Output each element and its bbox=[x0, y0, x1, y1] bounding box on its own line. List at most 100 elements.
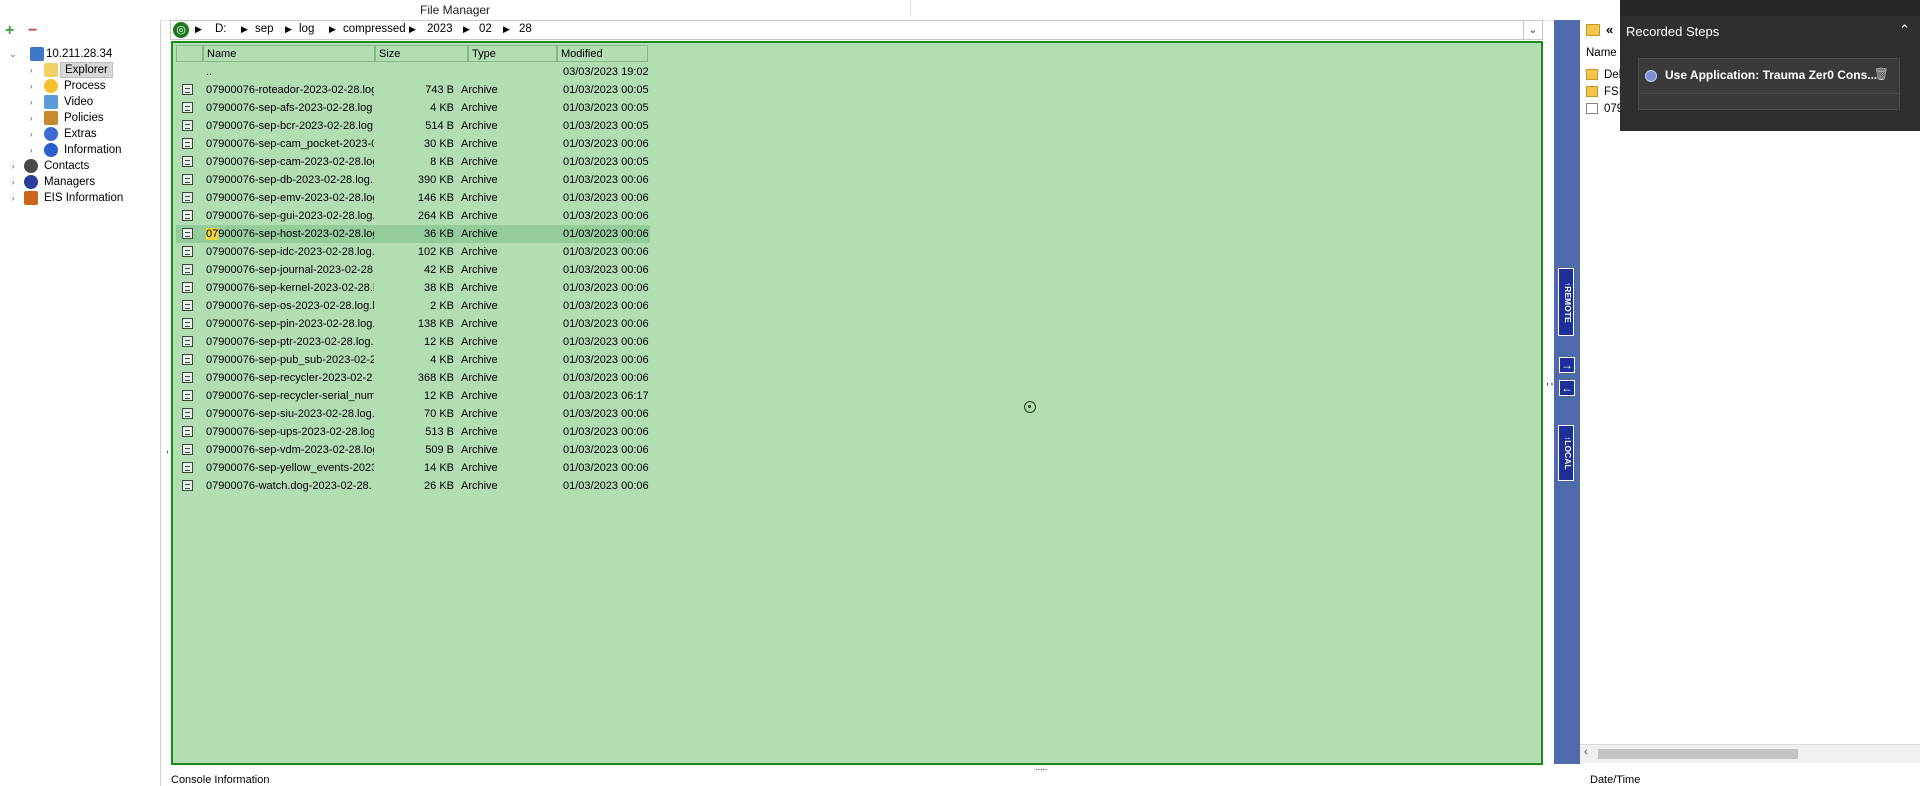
add-host-button[interactable]: + bbox=[5, 23, 14, 39]
archive-file-icon bbox=[182, 300, 193, 311]
crumb-year[interactable]: 2023 bbox=[427, 23, 453, 35]
archive-file-icon bbox=[182, 264, 193, 275]
archive-file-icon bbox=[182, 138, 193, 149]
remote-file-list[interactable]: Name Size Type Modified .. 03/03/2023 19… bbox=[171, 41, 1543, 765]
file-row[interactable]: 07900076-sep-idc-2023-02-28.log. 102 KB Ar… bbox=[176, 243, 650, 261]
icon-column-header[interactable] bbox=[176, 45, 203, 62]
column-header-name[interactable]: Name bbox=[203, 45, 375, 62]
file-row[interactable]: 07900076-sep-journal-2023-02-28 42 KB Arch… bbox=[176, 261, 650, 279]
file-row[interactable]: 07900076-sep-yellow_events-2023 14 KB Arch… bbox=[176, 459, 650, 477]
expand-icon[interactable]: › bbox=[26, 62, 36, 78]
file-type: Archive bbox=[461, 264, 498, 276]
path-breadcrumb: ◎ ▶ D: ▶ sep ▶ log ▶ compressed ▶ 2023 ▶… bbox=[170, 20, 1543, 40]
parent-directory-row[interactable]: .. 03/03/2023 19:02 bbox=[176, 63, 650, 81]
panel-top-bar bbox=[1620, 0, 1920, 16]
expand-icon[interactable]: › bbox=[8, 190, 18, 206]
archive-file-icon bbox=[182, 336, 193, 347]
file-row[interactable]: 07900076-sep-kernel-2023-02-28.l 38 KB Arc… bbox=[176, 279, 650, 297]
column-header-modified[interactable]: Modified bbox=[557, 45, 648, 62]
file-modified: 01/03/2023 00:06 bbox=[563, 444, 649, 456]
home-icon[interactable]: ◎ bbox=[173, 22, 189, 38]
expand-icon[interactable]: › bbox=[26, 126, 36, 142]
file-type: Archive bbox=[461, 426, 498, 438]
horizontal-scrollbar[interactable]: ‹ bbox=[1580, 744, 1920, 763]
file-row[interactable]: 07900076-sep-ptr-2023-02-28.log. 12 KB Arc… bbox=[176, 333, 650, 351]
file-type: Archive bbox=[461, 390, 498, 402]
monitor-icon bbox=[44, 95, 58, 109]
file-row[interactable]: 07900076-sep-ups-2023-02-28.log 513 B Arch… bbox=[176, 423, 650, 441]
column-header-size[interactable]: Size bbox=[375, 45, 468, 62]
file-size: 42 KB bbox=[424, 264, 454, 276]
scroll-left-icon[interactable]: ‹ bbox=[1584, 746, 1588, 758]
file-row[interactable]: 07900076-sep-vdm-2023-02-28.log 509 B Arch… bbox=[176, 441, 650, 459]
file-row[interactable]: 07900076-sep-db-2023-02-28.log. 390 KB Arc… bbox=[176, 171, 650, 189]
file-type: Archive bbox=[461, 210, 498, 222]
archive-file-icon bbox=[182, 354, 193, 365]
file-row[interactable]: 07900076-sep-cam_pocket-2023-0 30 KB Archi… bbox=[176, 135, 650, 153]
file-row[interactable]: 07900076-sep-recycler-2023-02-2 368 KB Arc… bbox=[176, 369, 650, 387]
crumb-drive[interactable]: D: bbox=[215, 23, 227, 35]
file-row[interactable]: 07900076-sep-recycler-serial_numl 12 KB Ar… bbox=[176, 387, 650, 405]
expand-icon[interactable]: › bbox=[8, 158, 18, 174]
file-row[interactable]: 07900076-sep-os-2023-02-28.log.l 2 KB Arch… bbox=[176, 297, 650, 315]
file-type: Archive bbox=[461, 318, 498, 330]
bottom-splitter-handle[interactable]: ····· bbox=[1035, 764, 1048, 775]
column-header-name[interactable]: Name bbox=[1586, 47, 1617, 59]
file-row[interactable]: 07900076-roteador-2023-02-28.log 743 B Arc… bbox=[176, 81, 650, 99]
file-size: 70 KB bbox=[424, 408, 454, 420]
search-highlight: 07 bbox=[206, 228, 219, 240]
chevron-up-icon[interactable]: ⌃ bbox=[1899, 22, 1910, 38]
file-row[interactable]: 07900076-sep-host-2023-02-28.log 36 KB Arc… bbox=[176, 225, 650, 243]
file-row[interactable]: 07900076-sep-gui-2023-02-28.log. 264 KB Ar… bbox=[176, 207, 650, 225]
expand-icon[interactable]: › bbox=[26, 110, 36, 126]
file-row[interactable]: 07900076-sep-cam-2023-02-28.log 8 KB Archi… bbox=[176, 153, 650, 171]
scroll-thumb[interactable] bbox=[1598, 749, 1798, 759]
file-row[interactable]: 07900076-watch.dog-2023-02-28. 26 KB Archi… bbox=[176, 477, 650, 495]
file-name: .. bbox=[206, 66, 213, 78]
file-modified: 01/03/2023 00:05 bbox=[563, 84, 649, 96]
remove-host-button[interactable]: − bbox=[28, 23, 37, 39]
file-modified: 03/03/2023 19:02 bbox=[563, 66, 649, 78]
title-divider bbox=[910, 0, 911, 16]
tree-label-process: Process bbox=[64, 80, 106, 92]
back-button[interactable]: « bbox=[1606, 22, 1613, 37]
crumb-month[interactable]: 02 bbox=[479, 23, 492, 35]
eis-icon bbox=[24, 191, 38, 205]
contacts-icon bbox=[24, 159, 38, 173]
file-name: 07900076-watch.dog-2023-02-28. bbox=[206, 480, 372, 492]
expand-icon[interactable]: › bbox=[26, 142, 36, 158]
recorded-steps-title: Recorded Steps bbox=[1626, 24, 1720, 39]
folder-icon bbox=[1586, 86, 1598, 97]
step-card[interactable]: Use Application: Trauma Zer0 Cons... 🗑 bbox=[1638, 58, 1901, 110]
file-row[interactable]: 07900076-sep-pub_sub-2023-02-2 4 KB Archiv… bbox=[176, 351, 650, 369]
expand-icon[interactable]: › bbox=[26, 94, 36, 110]
file-row[interactable]: 07900076-sep-bcr-2023-02-28.log 514 B Arch… bbox=[176, 117, 650, 135]
archive-file-icon bbox=[182, 174, 193, 185]
chevron-down-icon[interactable]: ⌄ bbox=[1523, 21, 1542, 39]
file-name: 07900076-sep-recycler-serial_numl bbox=[206, 390, 374, 402]
expand-icon[interactable]: › bbox=[8, 174, 18, 190]
push-left-button[interactable]: ← bbox=[1559, 380, 1575, 396]
push-right-button[interactable]: → bbox=[1559, 357, 1575, 373]
crumb-sep[interactable]: sep bbox=[255, 23, 274, 35]
crumb-compressed[interactable]: compressed bbox=[343, 23, 406, 35]
file-size: 509 B bbox=[425, 444, 454, 456]
crumb-log[interactable]: log bbox=[299, 23, 314, 35]
file-modified: 01/03/2023 00:06 bbox=[563, 210, 649, 222]
file-name: 07900076-sep-journal-2023-02-28 bbox=[206, 264, 373, 276]
local-button[interactable]: ↑LOCAL bbox=[1558, 425, 1574, 481]
trash-icon[interactable]: 🗑 bbox=[1874, 67, 1889, 81]
crumb-day[interactable]: 28 bbox=[519, 23, 532, 35]
file-type: Archive bbox=[461, 480, 498, 492]
remote-button[interactable]: ↑REMOTE bbox=[1558, 268, 1574, 336]
collapse-icon[interactable]: ⌄ bbox=[8, 46, 18, 62]
file-name: 07900076-sep-idc-2023-02-28.log. bbox=[206, 246, 374, 258]
file-row[interactable]: 07900076-sep-emv-2023-02-28.log 146 KB Arc… bbox=[176, 189, 650, 207]
file-row[interactable]: 07900076-sep-afs-2023-02-28.log 4 KB Archi… bbox=[176, 99, 650, 117]
file-row[interactable]: 07900076-sep-pin-2023-02-28.log. 138 KB Ar… bbox=[176, 315, 650, 333]
file-name: 07900076-sep-afs-2023-02-28.log bbox=[206, 102, 373, 114]
expand-icon[interactable]: › bbox=[26, 78, 36, 94]
file-name: 07900076-sep-recycler-2023-02-2 bbox=[206, 372, 373, 384]
file-row[interactable]: 07900076-sep-siu-2023-02-28.log. 70 KB Arc… bbox=[176, 405, 650, 423]
column-header-type[interactable]: Type bbox=[468, 45, 557, 62]
